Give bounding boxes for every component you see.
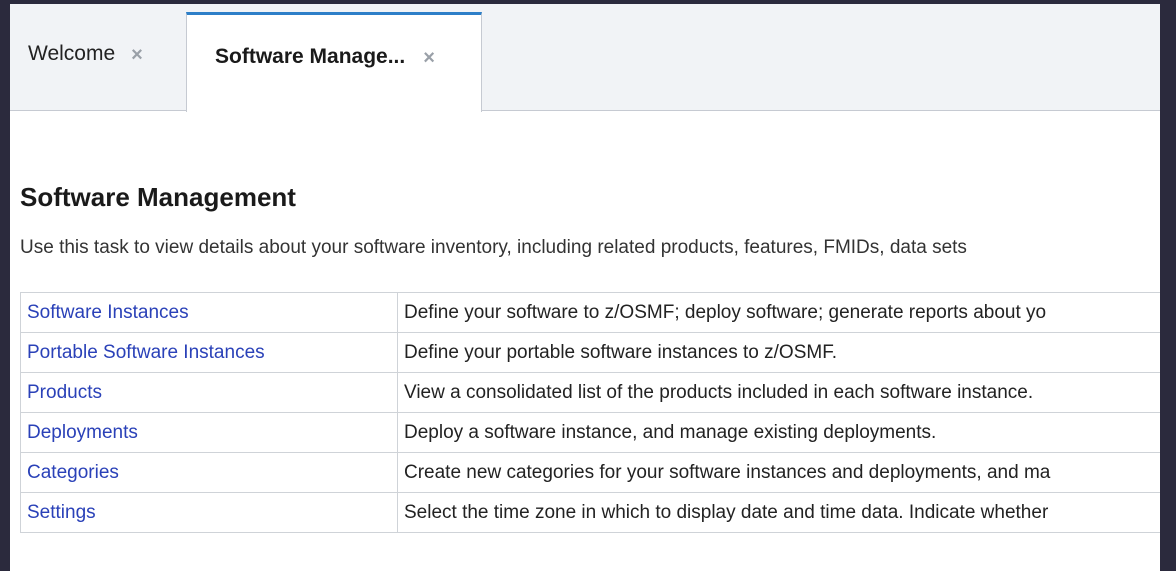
tab-software-management-label: Software Manage...: [215, 45, 406, 68]
tab-bar: Welcome × Software Manage... ×: [10, 4, 1160, 112]
table-row: Software Instances Define your software …: [20, 292, 1160, 333]
page-title: Software Management: [20, 182, 296, 212]
table-row: Products View a consolidated list of the…: [20, 372, 1160, 413]
tab-welcome[interactable]: Welcome ×: [10, 12, 182, 110]
settings-link[interactable]: Settings: [20, 492, 398, 533]
table-row: Categories Create new categories for you…: [20, 452, 1160, 493]
task-table: Software Instances Define your software …: [20, 292, 1160, 533]
software-instances-link[interactable]: Software Instances: [20, 292, 398, 333]
row-description: View a consolidated list of the products…: [397, 372, 1160, 413]
products-link[interactable]: Products: [20, 372, 398, 413]
content-area: Software Management Use this task to vie…: [20, 182, 1160, 533]
close-icon[interactable]: ×: [423, 45, 435, 71]
table-row: Settings Select the time zone in which t…: [20, 492, 1160, 533]
page-description: Use this task to view details about your…: [20, 237, 967, 258]
main-panel: Welcome × Software Manage... × Software …: [10, 4, 1160, 571]
row-description: Define your portable software instances …: [397, 332, 1160, 373]
row-description: Define your software to z/OSMF; deploy s…: [397, 292, 1160, 333]
table-row: Portable Software Instances Define your …: [20, 332, 1160, 373]
portable-software-instances-link[interactable]: Portable Software Instances: [20, 332, 398, 373]
tab-welcome-label: Welcome: [28, 42, 116, 65]
categories-link[interactable]: Categories: [20, 452, 398, 493]
row-description: Select the time zone in which to display…: [397, 492, 1160, 533]
row-description: Create new categories for your software …: [397, 452, 1160, 493]
table-row: Deployments Deploy a software instance, …: [20, 412, 1160, 453]
close-icon[interactable]: ×: [131, 42, 143, 68]
row-description: Deploy a software instance, and manage e…: [397, 412, 1160, 453]
deployments-link[interactable]: Deployments: [20, 412, 398, 453]
tab-software-management[interactable]: Software Manage... ×: [186, 12, 482, 112]
